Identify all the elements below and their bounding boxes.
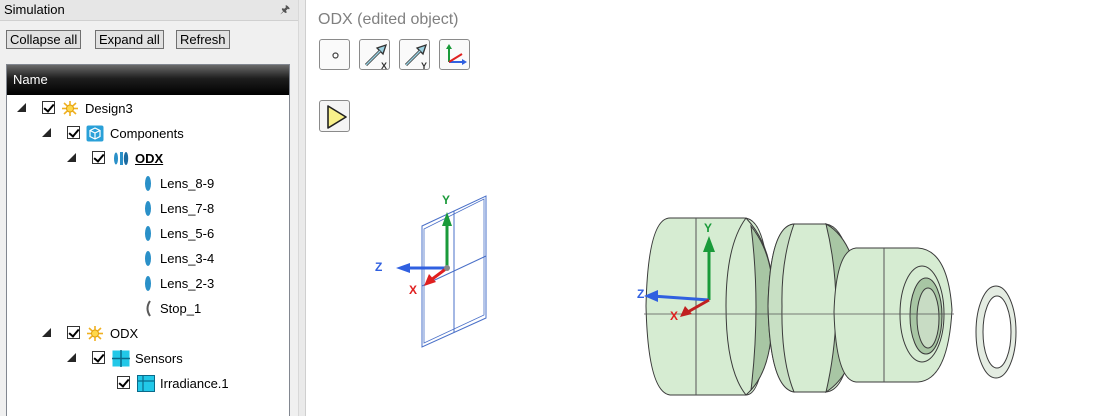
- tree-item-odx-simulation[interactable]: ODX: [7, 324, 289, 344]
- tree-item-label: Lens_3-4: [160, 251, 215, 266]
- sensor-y-label: Y: [442, 193, 450, 207]
- tree-item-sensors[interactable]: Sensors: [7, 349, 289, 369]
- checkbox[interactable]: [92, 151, 105, 164]
- checkbox[interactable]: [67, 126, 80, 139]
- checkbox[interactable]: [67, 326, 80, 339]
- aperture-stop-icon: [146, 300, 151, 317]
- tree-item-lens[interactable]: Lens_2-3: [7, 274, 289, 294]
- expand-arrow-icon[interactable]: [17, 103, 26, 112]
- lens-icon: [145, 176, 151, 191]
- irradiance-sensor-icon: [137, 375, 155, 392]
- tree-item-label: Lens_8-9: [160, 176, 215, 191]
- lens-icon: [145, 201, 151, 216]
- collapse-all-button[interactable]: Collapse all: [6, 30, 82, 49]
- sun-icon: [62, 101, 78, 116]
- checkbox[interactable]: [42, 101, 55, 114]
- sensor-axis-triad: Y Z X: [375, 193, 452, 297]
- lens-icon: [145, 251, 151, 266]
- panel-splitter[interactable]: [298, 0, 306, 416]
- sensors-icon: [112, 350, 130, 367]
- checkbox[interactable]: [117, 376, 130, 389]
- tree-item-label: Sensors: [135, 351, 183, 366]
- tree-item-label: ODX: [110, 326, 139, 341]
- components-cube-icon: [86, 125, 104, 142]
- tree-item-label: Lens_2-3: [160, 276, 215, 291]
- tree-item-label: Irradiance.1: [160, 376, 229, 391]
- tree-item-lens[interactable]: Lens_3-4: [7, 249, 289, 269]
- tree-item-label: Components: [110, 126, 184, 141]
- lens-icon: [145, 276, 151, 291]
- pin-icon[interactable]: 🖈︎: [280, 1, 290, 20]
- system-y-label: Y: [704, 221, 712, 235]
- tree-item-lens[interactable]: Lens_5-6: [7, 224, 289, 244]
- panel-header: Simulation 🖈︎: [0, 0, 298, 21]
- column-header-name[interactable]: Name: [7, 65, 289, 95]
- tree-item-lens[interactable]: Lens_7-8: [7, 199, 289, 219]
- checkbox[interactable]: [92, 351, 105, 364]
- expand-arrow-icon[interactable]: [42, 128, 51, 137]
- system-x-label: X: [670, 309, 678, 323]
- 3d-viewport[interactable]: ODX (edited object) X Y Y Z X Y Z X: [306, 0, 1107, 416]
- tree-item-label: Lens_7-8: [160, 201, 215, 216]
- tree-item-odx-component[interactable]: ODX: [7, 149, 289, 169]
- tree-item-design3[interactable]: Design3: [7, 99, 289, 119]
- irradiance-sensor-plane[interactable]: [421, 195, 487, 348]
- tree-item-stop[interactable]: Stop_1: [7, 299, 289, 319]
- tree-item-label: Design3: [85, 101, 133, 116]
- tree-view[interactable]: Name Design3 Components ODX Lens_8-9 Len…: [6, 64, 290, 416]
- expand-arrow-icon[interactable]: [42, 328, 51, 337]
- expand-arrow-icon[interactable]: [67, 153, 76, 162]
- optical-system-icon: [114, 152, 129, 165]
- sensor-x-label: X: [409, 283, 417, 297]
- tree-item-label: Stop_1: [160, 301, 202, 316]
- tree-item-label: Lens_5-6: [160, 226, 215, 241]
- sensor-z-label: Z: [375, 260, 382, 274]
- scene-canvas[interactable]: Y Z X Y Z X: [306, 0, 1107, 416]
- expand-arrow-icon[interactable]: [67, 353, 76, 362]
- refresh-button[interactable]: Refresh: [176, 30, 230, 49]
- tree-item-label: ODX: [135, 151, 164, 166]
- expand-all-button[interactable]: Expand all: [95, 30, 164, 49]
- tree-item-lens[interactable]: Lens_8-9: [7, 174, 289, 194]
- tree-item-irradiance[interactable]: Irradiance.1: [7, 374, 289, 394]
- sun-icon: [87, 326, 103, 341]
- lens-icon: [145, 226, 151, 241]
- tree-item-components[interactable]: Components: [7, 124, 289, 144]
- panel-title: Simulation: [4, 2, 65, 17]
- system-z-label: Z: [637, 287, 644, 301]
- simulation-panel: Simulation 🖈︎ Collapse all Expand all Re…: [0, 0, 298, 416]
